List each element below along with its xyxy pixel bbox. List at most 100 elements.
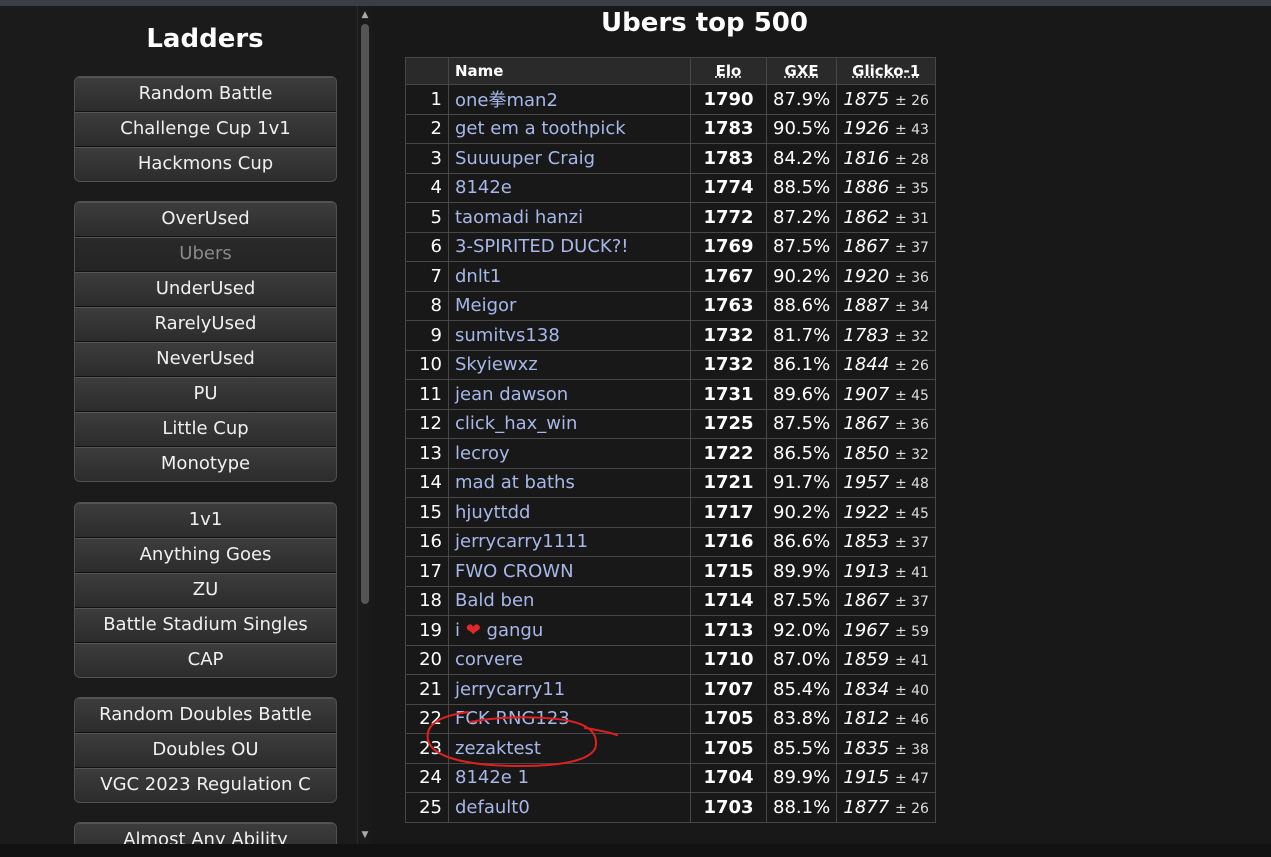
ladder-button-overused[interactable]: OverUsed (75, 202, 336, 237)
header-elo[interactable]: Elo (690, 57, 767, 85)
elo-cell: 1721 (690, 467, 767, 498)
glicko-rating: 1859 (843, 649, 890, 671)
ladder-button-challenge-cup-1v1[interactable]: Challenge Cup 1v1 (75, 112, 336, 147)
player-name-link[interactable]: 8142e 1 (448, 762, 691, 793)
elo-cell: 1715 (690, 556, 767, 587)
glicko-deviation: ± 28 (894, 151, 929, 168)
glicko-cell: 1783 ± 32 (836, 320, 937, 351)
player-name-link[interactable]: 8142e (448, 172, 691, 203)
player-name-link[interactable]: sumitvs138 (448, 320, 691, 351)
gxe-cell: 89.9% (765, 762, 838, 793)
player-name-link[interactable]: one拳man2 (448, 84, 691, 115)
ladder-group-1: Random Battle Challenge Cup 1v1 Hackmons C… (74, 76, 337, 182)
ladder-button-anything-goes[interactable]: Anything Goes (75, 538, 336, 573)
player-name-link[interactable]: Suuuuper Craig (448, 143, 691, 174)
glicko-deviation: ± 45 (894, 505, 929, 522)
rank-cell: 11 (405, 379, 449, 410)
ladder-button-random-battle[interactable]: Random Battle (75, 77, 336, 112)
scroll-down-arrow-icon[interactable]: ▼ (358, 828, 372, 842)
player-name-link[interactable]: default0 (448, 792, 691, 823)
glicko-deviation: ± 36 (894, 269, 929, 286)
glicko-cell: 1844 ± 26 (836, 349, 937, 380)
ladder-button-zu[interactable]: ZU (75, 573, 336, 608)
glicko-cell: 1926 ± 43 (836, 113, 937, 144)
player-name-link[interactable]: click_hax_win (448, 408, 691, 439)
elo-cell: 1769 (690, 231, 767, 262)
ladder-button-neverused[interactable]: NeverUsed (75, 342, 336, 377)
header-glicko[interactable]: Glicko-1 (836, 57, 937, 85)
player-name-link[interactable]: jean dawson (448, 379, 691, 410)
bottom-strip (0, 844, 1271, 857)
glicko-cell: 1875 ± 26 (836, 84, 937, 115)
glicko-cell: 1834 ± 40 (836, 674, 937, 705)
gxe-cell: 88.6% (765, 290, 838, 321)
player-name-link[interactable]: zezaktest (448, 733, 691, 764)
rank-cell: 4 (405, 172, 449, 203)
header-rank (405, 57, 449, 85)
elo-cell: 1732 (690, 320, 767, 351)
ladder-button-pu[interactable]: PU (75, 377, 336, 412)
player-name-link[interactable]: jerrycarry1111 (448, 526, 691, 557)
gxe-cell: 91.7% (765, 467, 838, 498)
ladder-button-rarelyused[interactable]: RarelyUsed (75, 307, 336, 342)
glicko-deviation: ± 37 (894, 535, 929, 552)
player-name-link[interactable]: Bald ben (448, 585, 691, 616)
ladder-button-ubers[interactable]: Ubers (75, 237, 336, 272)
glicko-deviation: ± 38 (894, 741, 929, 758)
glicko-cell: 1867 ± 37 (836, 231, 937, 262)
player-name-link[interactable]: corvere (448, 644, 691, 675)
player-name-link[interactable]: FCK RNG123 (448, 703, 691, 734)
player-name-link[interactable]: FWO CROWN (448, 556, 691, 587)
glicko-cell: 1915 ± 47 (836, 762, 937, 793)
elo-cell: 1716 (690, 526, 767, 557)
table-row: 5 taomadi hanzi 1772 87.2% 1862 ± 31 (405, 202, 937, 233)
scroll-thumb[interactable] (361, 24, 369, 604)
elo-cell: 1767 (690, 261, 767, 292)
player-name-link[interactable]: taomadi hanzi (448, 202, 691, 233)
player-name-link[interactable]: Skyiewxz (448, 349, 691, 380)
header-name: Name (448, 57, 691, 85)
player-name-link[interactable]: mad at baths (448, 467, 691, 498)
glicko-cell: 1887 ± 34 (836, 290, 937, 321)
glicko-deviation: ± 26 (894, 92, 929, 109)
player-name-link[interactable]: hjuyttdd (448, 497, 691, 528)
ladder-table: Name Elo GXE Glicko-1 1 one拳man2 1790 87.9%… (405, 57, 937, 823)
ladder-button-monotype[interactable]: Monotype (75, 447, 336, 481)
elo-cell: 1772 (690, 202, 767, 233)
table-row: 2 get em a toothpick 1783 90.5% 1926 ± 43 (405, 113, 937, 144)
glicko-rating: 1844 (843, 354, 890, 376)
table-row: 10 Skyiewxz 1732 86.1% 1844 ± 26 (405, 349, 937, 380)
ladder-button-hackmons-cup[interactable]: Hackmons Cup (75, 147, 336, 181)
glicko-cell: 1957 ± 48 (836, 467, 937, 498)
sidebar-scrollbar[interactable]: ▲ ▼ (357, 6, 372, 844)
table-row: 22 FCK RNG123 1705 83.8% 1812 ± 46 (405, 703, 937, 734)
table-row: 18 Bald ben 1714 87.5% 1867 ± 37 (405, 585, 937, 616)
ladder-button-underused[interactable]: UnderUsed (75, 272, 336, 307)
elo-cell: 1703 (690, 792, 767, 823)
rank-cell: 18 (405, 585, 449, 616)
player-name-link[interactable]: Meigor (448, 290, 691, 321)
scroll-up-arrow-icon[interactable]: ▲ (358, 8, 372, 22)
player-name-link[interactable]: jerrycarry11 (448, 674, 691, 705)
player-name-link[interactable]: lecroy (448, 438, 691, 469)
glicko-deviation: ± 47 (894, 771, 929, 788)
ladder-button-random-doubles-battle[interactable]: Random Doubles Battle (75, 698, 336, 733)
glicko-rating: 1867 (843, 236, 890, 258)
ladder-panel: Ubers top 500 Name Elo GXE Glicko-1 1 one… (372, 6, 1271, 857)
ladder-button-1v1[interactable]: 1v1 (75, 503, 336, 538)
elo-cell: 1722 (690, 438, 767, 469)
glicko-rating: 1867 (843, 590, 890, 612)
player-name-link[interactable]: 3-SPIRITED DUCK?! (448, 231, 691, 262)
ladder-button-vgc-2023-regulation-c[interactable]: VGC 2023 Regulation C (75, 768, 336, 802)
header-gxe[interactable]: GXE (765, 57, 838, 85)
elo-cell: 1714 (690, 585, 767, 616)
gxe-cell: 89.9% (765, 556, 838, 587)
ladder-button-cap[interactable]: CAP (75, 643, 336, 677)
ladder-button-little-cup[interactable]: Little Cup (75, 412, 336, 447)
ladder-button-doubles-ou[interactable]: Doubles OU (75, 733, 336, 768)
player-name-link[interactable]: i ❤ gangu (448, 615, 691, 646)
glicko-rating: 1853 (843, 531, 890, 553)
player-name-link[interactable]: dnlt1 (448, 261, 691, 292)
ladder-button-battle-stadium-singles[interactable]: Battle Stadium Singles (75, 608, 336, 643)
player-name-link[interactable]: get em a toothpick (448, 113, 691, 144)
